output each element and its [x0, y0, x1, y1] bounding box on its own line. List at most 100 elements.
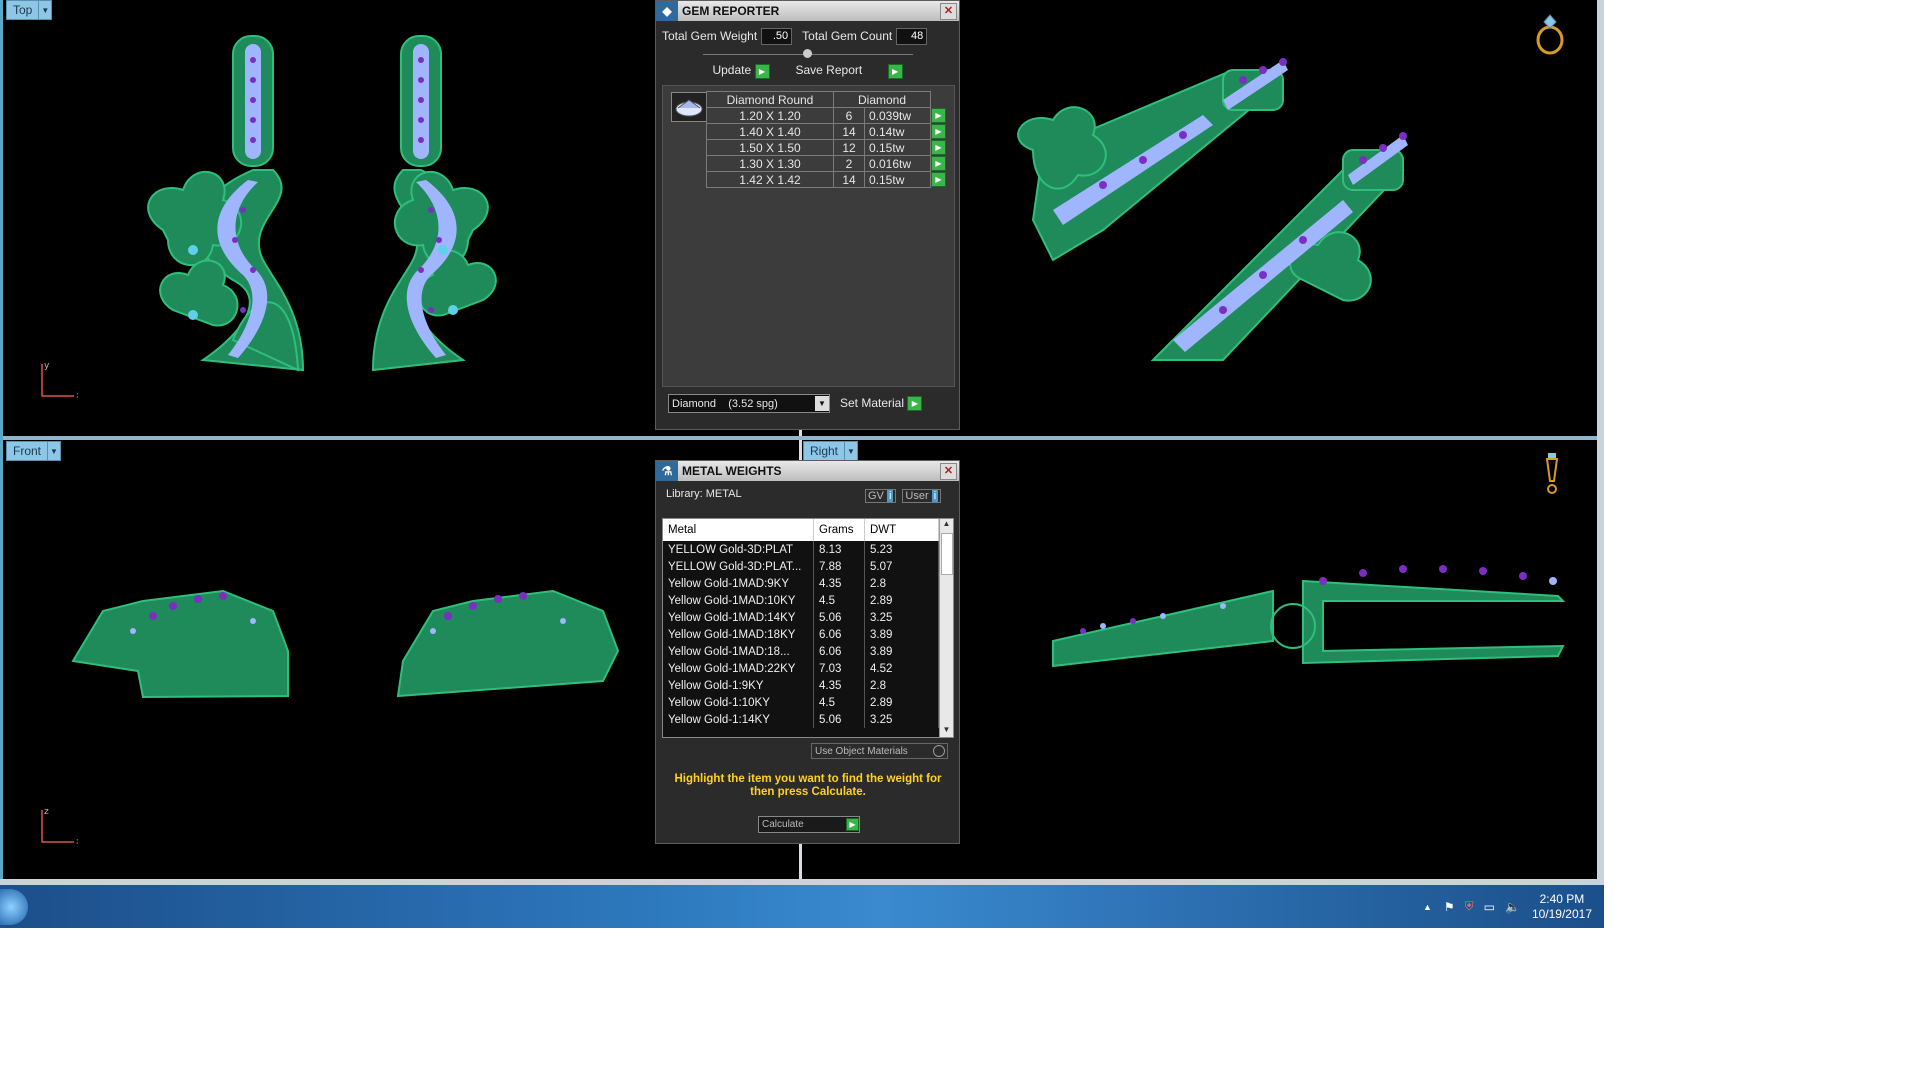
table-row[interactable]: 1.42 X 1.42 14 0.15tw ▶	[706, 171, 954, 188]
clock-date: 10/19/2017	[1531, 906, 1592, 921]
play-icon[interactable]: ▶	[931, 172, 946, 188]
material-select-value: Diamond (3.52 spg)	[672, 397, 778, 410]
scroll-up-icon[interactable]: ▲	[940, 519, 953, 531]
tray-expand-icon[interactable]: ▲	[1423, 902, 1432, 912]
svg-text:x: x	[76, 837, 78, 846]
chevron-down-icon[interactable]: ▼	[815, 396, 829, 411]
update-button[interactable]: Update ▶	[712, 63, 770, 79]
gem-size: 1.40 X 1.40	[706, 123, 834, 140]
library-label: Library: METAL	[666, 488, 742, 500]
right-viewport-label: Right	[810, 444, 839, 458]
metal-weights-titlebar[interactable]: ⚗ METAL WEIGHTS ✕	[656, 461, 959, 481]
save-report-button[interactable]: Save Report ▶	[796, 63, 903, 79]
metal-dwt: 3.25	[864, 609, 939, 626]
metal-list-scrollbar[interactable]: ▲ ▼	[939, 519, 953, 737]
metal-list[interactable]: Metal Grams DWT YELLOW Gold-3D:PLAT 8.13 5…	[662, 518, 954, 738]
gem-count: 14	[833, 123, 865, 140]
radio-icon	[933, 745, 945, 757]
gem-count: 2	[833, 155, 865, 172]
horizontal-splitter[interactable]	[0, 436, 1600, 440]
top-viewport-tab[interactable]: Top ▼	[6, 0, 53, 20]
metal-name: Yellow Gold-1:14KY	[663, 711, 814, 728]
gem-reporter-panel: ◆ GEM REPORTER ✕ Total Gem Weight .50 To…	[655, 0, 960, 430]
desktop-screen: xy Top ▼	[0, 0, 1604, 928]
metal-name: Yellow Gold-1:9KY	[663, 677, 814, 694]
info-icon: i	[886, 490, 894, 502]
play-icon[interactable]: ▶	[931, 108, 946, 124]
action-center-flag-icon[interactable]: ⚑	[1444, 900, 1455, 914]
table-row[interactable]: Yellow Gold-1MAD:9KY 4.35 2.8	[663, 575, 939, 592]
table-row[interactable]: Yellow Gold-1MAD:10KY 4.5 2.89	[663, 592, 939, 609]
col-grams[interactable]: Grams	[813, 519, 865, 541]
start-button[interactable]	[0, 889, 28, 925]
chevron-down-icon[interactable]: ▼	[844, 442, 857, 460]
play-icon[interactable]: ▶	[931, 156, 946, 172]
gv-label: GV	[868, 490, 884, 502]
front-viewport-tab[interactable]: Front ▼	[6, 441, 62, 461]
metal-weights-hint: Highlight the item you want to find the …	[674, 773, 942, 798]
gv-toggle[interactable]: GV i	[865, 489, 897, 503]
tray-clock[interactable]: 2:40 PM 10/19/2017	[1532, 892, 1592, 922]
col-diamond-round: Diamond Round	[706, 91, 834, 108]
play-icon[interactable]: ▶	[931, 124, 946, 140]
close-icon[interactable]: ✕	[940, 3, 957, 20]
metal-grams: 4.35	[813, 677, 865, 694]
table-row[interactable]: YELLOW Gold-3D:PLAT... 7.88 5.07	[663, 558, 939, 575]
metal-grams: 7.88	[813, 558, 865, 575]
user-toggle[interactable]: User i	[902, 489, 942, 503]
chevron-down-icon[interactable]: ▼	[38, 1, 51, 19]
gem-count: 12	[833, 139, 865, 156]
total-gem-count-value: 48	[896, 27, 928, 45]
table-row[interactable]: Yellow Gold-1:14KY 5.06 3.25	[663, 711, 939, 728]
table-row[interactable]: Yellow Gold-1:10KY 4.5 2.89	[663, 694, 939, 711]
close-icon[interactable]: ✕	[940, 463, 957, 480]
metal-grams: 4.5	[813, 694, 865, 711]
ring-icon[interactable]	[1533, 12, 1567, 56]
gem-reporter-titlebar[interactable]: ◆ GEM REPORTER ✕	[656, 1, 959, 21]
set-material-button[interactable]: Set Material ▶	[840, 396, 923, 412]
col-diamond: Diamond	[833, 91, 931, 108]
metal-dwt: 3.89	[864, 626, 939, 643]
xy-axis-gizmo: xy	[38, 360, 82, 401]
metal-name: Yellow Gold-1MAD:10KY	[663, 592, 814, 609]
earring-view-icon[interactable]	[1543, 451, 1561, 499]
table-row[interactable]: Yellow Gold-1MAD:18... 6.06 3.89	[663, 643, 939, 660]
user-label: User	[905, 490, 929, 502]
total-gem-count-label: Total Gem Count	[802, 29, 893, 43]
col-dwt[interactable]: DWT	[864, 519, 939, 541]
system-tray: ▲ ⚑ ⛨ ▭ 🔈 2:40 PM 10/19/2017	[1423, 885, 1592, 928]
col-metal[interactable]: Metal	[663, 519, 814, 541]
use-object-materials-label: Use Object Materials	[815, 745, 908, 757]
table-row[interactable]: 1.40 X 1.40 14 0.14tw ▶	[706, 123, 954, 140]
chevron-down-icon[interactable]: ▼	[47, 442, 60, 460]
table-row[interactable]: Yellow Gold-1:9KY 4.35 2.8	[663, 677, 939, 694]
diamond-round-icon[interactable]	[671, 92, 707, 122]
network-icon[interactable]: ▭	[1484, 900, 1495, 914]
table-row[interactable]: 1.20 X 1.20 6 0.039tw ▶	[706, 107, 954, 124]
play-icon[interactable]: ▶	[931, 140, 946, 156]
panel-divider	[656, 47, 959, 61]
right-border	[1597, 0, 1604, 880]
right-viewport-tab[interactable]: Right ▼	[803, 441, 859, 461]
volume-icon[interactable]: 🔈	[1505, 900, 1520, 914]
gem-list-area: Diamond Round Diamond 1.20 X 1.20 6 0.03…	[662, 85, 955, 387]
metal-dwt: 4.52	[864, 660, 939, 677]
scroll-down-icon[interactable]: ▼	[940, 725, 953, 737]
use-object-materials-toggle[interactable]: Use Object Materials	[811, 743, 948, 759]
metal-name: YELLOW Gold-3D:PLAT	[663, 541, 814, 558]
table-row[interactable]: YELLOW Gold-3D:PLAT 8.13 5.23	[663, 541, 939, 558]
metal-name: Yellow Gold-1MAD:18KY	[663, 626, 814, 643]
top-viewport-label: Top	[13, 3, 33, 17]
table-row[interactable]: Yellow Gold-1MAD:22KY 7.03 4.52	[663, 660, 939, 677]
material-select[interactable]: Diamond (3.52 spg) ▼	[668, 394, 830, 413]
table-row[interactable]: 1.50 X 1.50 12 0.15tw ▶	[706, 139, 954, 156]
table-row[interactable]: Yellow Gold-1MAD:14KY 5.06 3.25	[663, 609, 939, 626]
metal-weights-panel: ⚗ METAL WEIGHTS ✕ Library: METAL GV i Us…	[655, 460, 960, 844]
metal-name: Yellow Gold-1:10KY	[663, 694, 814, 711]
metal-name: YELLOW Gold-3D:PLAT...	[663, 558, 814, 575]
shield-icon[interactable]: ⛨	[1465, 899, 1474, 914]
scrollbar-thumb[interactable]	[941, 533, 953, 575]
table-row[interactable]: 1.30 X 1.30 2 0.016tw ▶	[706, 155, 954, 172]
table-row[interactable]: Yellow Gold-1MAD:18KY 6.06 3.89	[663, 626, 939, 643]
calculate-button[interactable]: Calculate ▶	[758, 816, 860, 833]
